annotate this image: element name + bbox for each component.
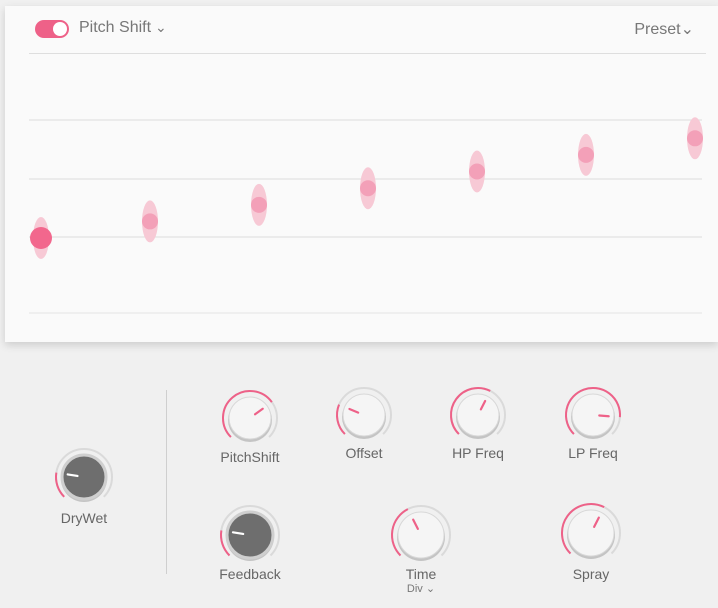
step-point[interactable] <box>360 167 376 210</box>
offset-knob[interactable] <box>331 382 397 448</box>
time-division-selector[interactable]: Div ⌄ <box>407 582 435 595</box>
step-point-dot <box>687 130 703 147</box>
feedback-knob[interactable] <box>215 500 285 570</box>
knob-body <box>60 453 108 501</box>
offset-label: Offset <box>345 445 383 461</box>
controls-panel: DryWet PitchShift Offset HP Freq LP Freq Feed… <box>5 342 718 608</box>
spray-knob[interactable] <box>556 498 626 568</box>
hp-freq-label: HP Freq <box>452 445 504 461</box>
time-knob[interactable] <box>386 500 456 570</box>
step-point[interactable] <box>30 217 52 259</box>
feedback-label: Feedback <box>219 566 281 582</box>
knob-body <box>456 393 500 437</box>
pitchshift-knob[interactable] <box>217 385 283 451</box>
step-point-dot <box>251 196 267 213</box>
lp-freq-knob[interactable] <box>560 382 626 448</box>
hp-freq-knob[interactable] <box>445 382 511 448</box>
drywet-label: DryWet <box>60 510 108 526</box>
pitchshift-label: PitchShift <box>220 449 280 465</box>
step-point-dot <box>30 227 52 249</box>
knob-indicator <box>598 414 610 418</box>
knob-body <box>228 396 272 440</box>
drywet-knob[interactable] <box>50 443 118 511</box>
step-point-dot <box>360 180 376 197</box>
step-point-dot <box>469 163 485 180</box>
step-point[interactable] <box>142 200 158 243</box>
step-point[interactable] <box>469 150 485 193</box>
knob-body <box>571 393 615 437</box>
step-point[interactable] <box>578 133 594 176</box>
knob-body <box>342 393 386 437</box>
knob-body <box>225 510 275 560</box>
knob-body <box>397 511 445 559</box>
step-point-dot <box>578 146 594 163</box>
pitch-step-graph[interactable] <box>5 6 718 342</box>
time-label: Time <box>405 566 437 582</box>
lp-freq-label: LP Freq <box>568 445 618 461</box>
step-point[interactable] <box>251 183 267 226</box>
section-divider <box>166 390 167 574</box>
sequencer-panel: Pitch Shift ⌄ Preset⌄ <box>5 6 718 342</box>
spray-label: Spray <box>572 566 610 582</box>
step-point[interactable] <box>687 117 703 160</box>
step-point-dot <box>142 213 158 230</box>
knob-body <box>567 509 615 557</box>
knob-indicator <box>66 473 79 478</box>
